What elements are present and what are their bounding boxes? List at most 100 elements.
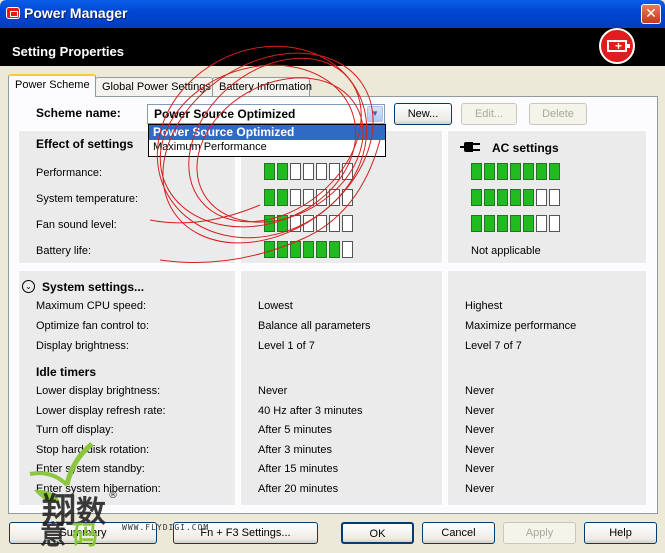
expand-chevron-icon[interactable]: ⌄ bbox=[22, 280, 35, 293]
meter-segment bbox=[471, 163, 482, 180]
meter-segment bbox=[264, 163, 275, 180]
svg-text:码: 码 bbox=[72, 521, 98, 548]
level-meter bbox=[264, 215, 353, 232]
meter-segment bbox=[342, 163, 353, 180]
title-bar[interactable]: Power Manager ✕ bbox=[0, 0, 665, 28]
meter-segment bbox=[316, 241, 327, 258]
meter-segment bbox=[290, 189, 301, 206]
meter-segment bbox=[290, 215, 301, 232]
scheme-dropdown[interactable]: Power Source Optimized Maximum Performan… bbox=[148, 124, 386, 157]
system-settings-link[interactable]: System settings... bbox=[42, 280, 144, 294]
tab-power-scheme[interactable]: Power Scheme bbox=[8, 74, 96, 97]
meter-segment bbox=[329, 163, 340, 180]
meter-segment bbox=[549, 215, 560, 232]
battery-icon bbox=[6, 7, 20, 19]
chevron-down-icon[interactable]: ▼ bbox=[367, 106, 383, 122]
system-row-label: Maximum CPU speed: bbox=[36, 300, 147, 312]
ok-button[interactable]: OK bbox=[341, 522, 414, 544]
idle-row-ac: Never bbox=[465, 483, 495, 495]
idle-timers-heading: Idle timers bbox=[36, 365, 97, 379]
effect-row-label: Fan sound level: bbox=[36, 219, 117, 231]
meter-segment bbox=[342, 215, 353, 232]
idle-row-label: Lower display brightness: bbox=[36, 385, 161, 397]
new-scheme-button[interactable]: New... bbox=[394, 103, 452, 125]
meter-segment bbox=[549, 189, 560, 206]
ac-battery-life-value: Not applicable bbox=[471, 245, 541, 257]
meter-segment bbox=[329, 241, 340, 258]
meter-segment bbox=[510, 215, 521, 232]
meter-segment bbox=[549, 163, 560, 180]
effect-heading: Effect of settings bbox=[36, 137, 134, 151]
meter-segment bbox=[329, 189, 340, 206]
meter-segment bbox=[510, 163, 521, 180]
level-meter bbox=[471, 189, 560, 206]
meter-segment bbox=[303, 189, 314, 206]
svg-text:®: ® bbox=[108, 490, 118, 501]
meter-segment bbox=[497, 215, 508, 232]
meter-segment bbox=[316, 215, 327, 232]
effect-row-label: System temperature: bbox=[36, 193, 139, 205]
level-meter bbox=[471, 215, 560, 232]
meter-segment bbox=[523, 189, 534, 206]
delete-scheme-button[interactable]: Delete bbox=[529, 103, 587, 125]
scheme-option[interactable]: Power Source Optimized bbox=[149, 125, 385, 140]
tab-global-power-settings[interactable]: Global Power Settings bbox=[95, 77, 213, 96]
idle-row-ac: Never bbox=[465, 424, 495, 436]
level-meter bbox=[264, 241, 353, 258]
meter-segment bbox=[523, 215, 534, 232]
window-title: Power Manager bbox=[24, 5, 128, 21]
meter-segment bbox=[264, 215, 275, 232]
edit-scheme-button[interactable]: Edit... bbox=[461, 103, 517, 125]
cancel-button[interactable]: Cancel bbox=[422, 522, 495, 544]
meter-segment bbox=[277, 241, 288, 258]
system-row-ac: Highest bbox=[465, 300, 503, 312]
page-title: Setting Properties bbox=[12, 44, 124, 59]
idle-row-label: Turn off display: bbox=[36, 424, 114, 436]
idle-row-battery: After 20 minutes bbox=[258, 483, 339, 495]
scheme-select[interactable]: Power Source Optimized ▼ bbox=[147, 104, 385, 124]
apply-button[interactable]: Apply bbox=[503, 522, 576, 544]
header-banner: Setting Properties + bbox=[0, 28, 665, 66]
ac-plug-icon bbox=[460, 141, 482, 153]
system-row-battery: Level 1 of 7 bbox=[258, 340, 315, 352]
meter-segment bbox=[471, 189, 482, 206]
system-row-label: Display brightness: bbox=[36, 340, 129, 352]
level-meter bbox=[471, 163, 560, 180]
meter-segment bbox=[316, 189, 327, 206]
level-meter bbox=[264, 189, 353, 206]
meter-segment bbox=[497, 189, 508, 206]
meter-segment bbox=[342, 189, 353, 206]
meter-segment bbox=[277, 215, 288, 232]
idle-row-ac: Never bbox=[465, 385, 495, 397]
close-button[interactable]: ✕ bbox=[641, 4, 661, 24]
idle-row-ac: Never bbox=[465, 463, 495, 475]
meter-segment bbox=[471, 215, 482, 232]
idle-row-label: Lower display refresh rate: bbox=[36, 405, 166, 417]
system-row-ac: Level 7 of 7 bbox=[465, 340, 522, 352]
meter-segment bbox=[536, 189, 547, 206]
meter-segment bbox=[523, 163, 534, 180]
watermark-logo: 翔 数 意 码 ® WWW.FLYDIGI.COM bbox=[29, 442, 208, 548]
idle-row-battery: 40 Hz after 3 minutes bbox=[258, 405, 363, 417]
ac-settings-heading: AC settings bbox=[492, 141, 559, 155]
tab-battery-information[interactable]: Battery Information bbox=[212, 77, 312, 96]
meter-segment bbox=[264, 241, 275, 258]
idle-row-battery: Never bbox=[258, 385, 288, 397]
scheme-option[interactable]: Maximum Performance bbox=[149, 140, 385, 155]
system-row-ac: Maximize performance bbox=[465, 320, 577, 332]
scheme-select-value: Power Source Optimized bbox=[154, 107, 296, 121]
idle-row-battery: After 15 minutes bbox=[258, 463, 339, 475]
scheme-label: Scheme name: bbox=[36, 106, 121, 120]
meter-segment bbox=[264, 189, 275, 206]
system-row-battery: Balance all parameters bbox=[258, 320, 371, 332]
effect-row-label: Performance: bbox=[36, 167, 103, 179]
system-row-battery: Lowest bbox=[258, 300, 293, 312]
idle-row-ac: Never bbox=[465, 444, 495, 456]
meter-segment bbox=[303, 163, 314, 180]
help-button[interactable]: Help bbox=[584, 522, 657, 544]
meter-segment bbox=[536, 215, 547, 232]
meter-segment bbox=[497, 163, 508, 180]
idle-row-battery: After 3 minutes bbox=[258, 444, 332, 456]
battery-plus-icon: + bbox=[599, 28, 635, 64]
meter-segment bbox=[303, 215, 314, 232]
